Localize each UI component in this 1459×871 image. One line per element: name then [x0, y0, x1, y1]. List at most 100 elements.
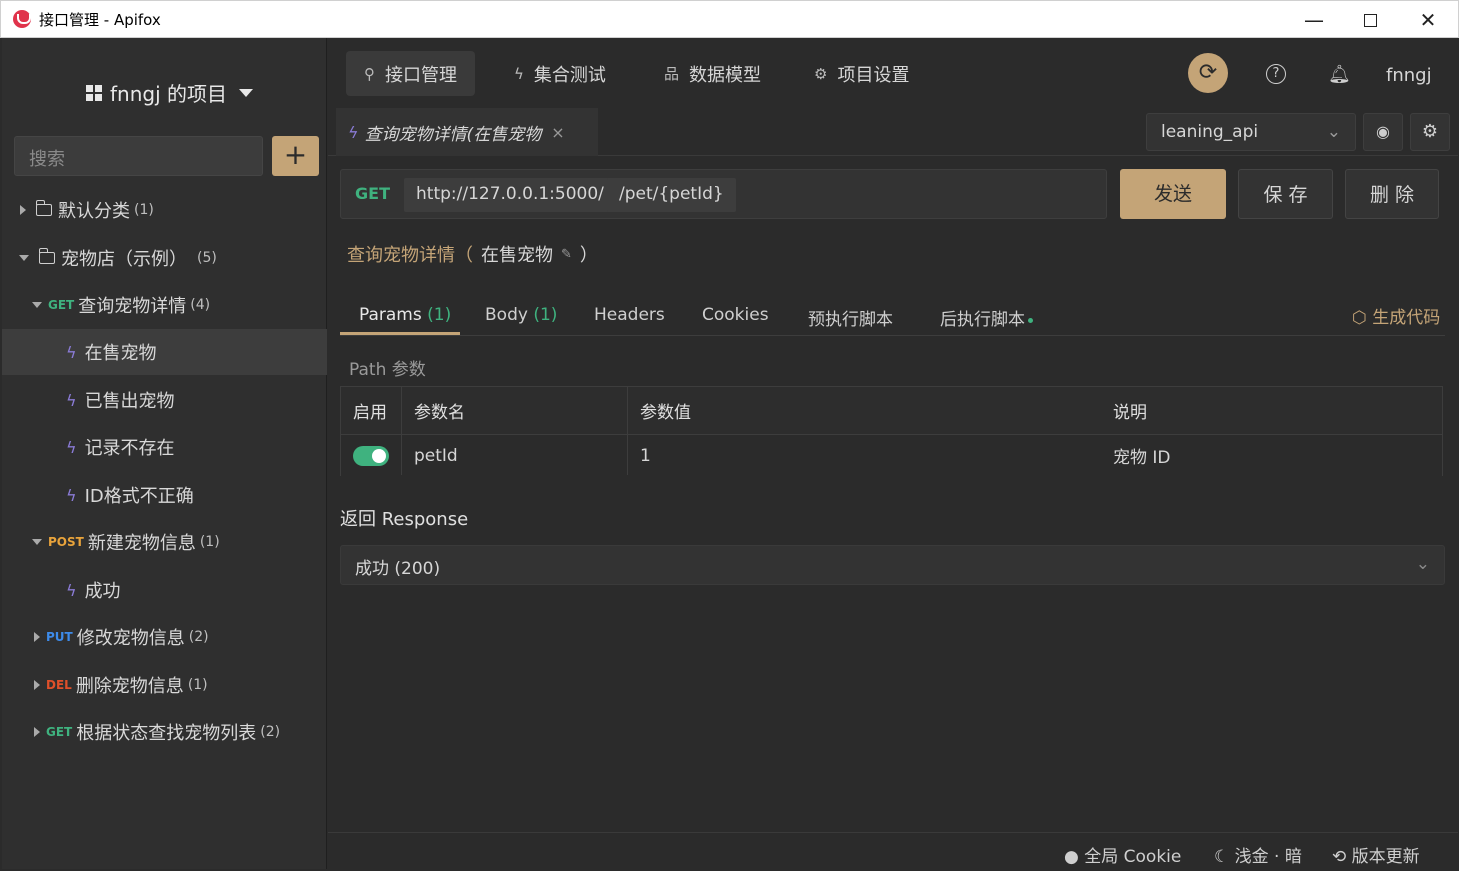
- tab-pre-script[interactable]: 预执行脚本: [808, 305, 893, 330]
- minimize-icon: —: [1304, 8, 1324, 32]
- base-url: http://127.0.0.1:5000/: [404, 178, 616, 212]
- response-select[interactable]: 成功 (200) ⌄: [340, 545, 1445, 585]
- tab-cookies[interactable]: Cookies: [702, 305, 769, 325]
- param-value-cell[interactable]: 1: [628, 435, 651, 476]
- tree-item-case-success[interactable]: ϟ 成功: [2, 567, 327, 613]
- tree-item-label: 修改宠物信息: [76, 628, 185, 649]
- method-badge: GET: [46, 725, 73, 739]
- tree-item-label: 在售宠物: [84, 343, 157, 364]
- bolt-icon: ϟ: [66, 342, 77, 362]
- param-description-cell[interactable]: 宠物 ID: [1101, 435, 1171, 476]
- tree-item-label: 记录不存在: [84, 438, 175, 459]
- add-button[interactable]: +: [272, 136, 319, 176]
- table-row: petId 1 宠物 ID: [341, 435, 1442, 476]
- doc-tab-active[interactable]: ϟ 查询宠物详情(在售宠物 ×: [336, 108, 598, 156]
- folder-icon: [35, 200, 52, 216]
- status-bar: ● 全局 Cookie ☾ 浅金 · 暗 ⟲ 版本更新: [328, 832, 1458, 870]
- cookie-icon: ●: [1064, 847, 1079, 867]
- close-tab-icon[interactable]: ×: [551, 123, 564, 142]
- url-path-input[interactable]: /pet/{petId}: [607, 178, 736, 212]
- tree-item-api-del-pet[interactable]: DEL 删除宠物信息 (1): [2, 662, 327, 708]
- user-name[interactable]: fnngj: [1386, 65, 1432, 86]
- expand-arrow-icon[interactable]: [20, 205, 26, 215]
- bolt-icon: ϟ: [348, 122, 359, 142]
- update-icon: ⟲: [1332, 847, 1347, 867]
- edit-icon[interactable]: ✎: [561, 247, 572, 262]
- tree-item-api-post-pet[interactable]: POST 新建宠物信息 (1): [2, 519, 327, 565]
- expand-arrow-icon[interactable]: [34, 727, 40, 737]
- nav-tab-api-management[interactable]: ⚲ 接口管理: [346, 51, 475, 96]
- collapse-arrow-icon[interactable]: [19, 255, 29, 261]
- tree-item-api-put-pet[interactable]: PUT 修改宠物信息 (2): [2, 614, 327, 660]
- send-button[interactable]: 发送: [1120, 169, 1226, 219]
- sync-button[interactable]: ⟳: [1188, 53, 1228, 93]
- tab-body[interactable]: Body (1): [485, 305, 557, 325]
- document-tab-strip: ϟ 查询宠物详情(在售宠物 × leaning_api ⌄ ◉ ⚙: [328, 108, 1458, 156]
- method-badge: GET: [48, 298, 75, 312]
- tree-item-case-not-found[interactable]: ϟ 记录不存在: [2, 424, 327, 470]
- tree-item-api-get-pet[interactable]: GET 查询宠物详情 (4): [2, 282, 327, 328]
- environment-value: leaning_api: [1161, 122, 1259, 142]
- tab-headers[interactable]: Headers: [594, 305, 665, 325]
- top-nav: ⚲ 接口管理 ϟ 集合测试 品 数据模型 ⚙ 项目设置 ⟳ ? 🔔︎ fnngj: [328, 38, 1458, 108]
- tree-item-default-category[interactable]: 默认分类 (1): [2, 187, 327, 233]
- maximize-button[interactable]: [1341, 1, 1399, 39]
- search-input[interactable]: 搜索: [14, 136, 263, 176]
- tree-item-api-find-by-status[interactable]: GET 根据状态查找宠物列表 (2): [2, 709, 327, 755]
- tree-item-case-bad-id[interactable]: ϟ ID格式不正确: [2, 472, 327, 518]
- generate-code-button[interactable]: ⬡ 生成代码: [1352, 303, 1440, 328]
- bell-icon[interactable]: 🔔︎: [1328, 64, 1351, 85]
- close-window-button[interactable]: ✕: [1399, 1, 1457, 39]
- collapse-arrow-icon[interactable]: [32, 539, 42, 545]
- environment-settings-button[interactable]: ⚙: [1410, 113, 1450, 151]
- nav-tab-data-model[interactable]: 品 数据模型: [646, 51, 779, 96]
- column-divider: [401, 387, 402, 475]
- bolt-icon: ϟ: [66, 485, 77, 505]
- tree-item-case-sold[interactable]: ϟ 已售出宠物: [2, 377, 327, 423]
- generate-code-label: 生成代码: [1372, 308, 1441, 328]
- caret-down-icon: [239, 88, 254, 97]
- save-button[interactable]: 保 存: [1238, 169, 1333, 219]
- tab-params[interactable]: Params (1): [359, 305, 451, 325]
- model-icon: 品: [664, 65, 680, 83]
- tree-item-count: (2): [188, 629, 209, 645]
- path-params-table: 启用 参数名 参数值 说明 petId 1 宠物 ID: [340, 386, 1443, 476]
- expand-arrow-icon[interactable]: [34, 680, 40, 690]
- http-method-select[interactable]: GET: [355, 184, 390, 203]
- version-update-button[interactable]: ⟲ 版本更新: [1332, 842, 1420, 867]
- theme-button[interactable]: ☾ 浅金 · 暗: [1214, 842, 1302, 867]
- tree-item-case-on-sale[interactable]: ϟ 在售宠物: [2, 329, 327, 375]
- response-selected-value: 成功 (200): [355, 559, 441, 579]
- nav-tab-project-settings[interactable]: ⚙ 项目设置: [796, 51, 927, 96]
- url-bar: GET http://127.0.0.1:5000/ /pet/{petId}: [340, 169, 1107, 219]
- status-dot: [1028, 317, 1033, 323]
- tab-post-script[interactable]: 后执行脚本: [940, 305, 1033, 330]
- request-title: 查询宠物详情（ 在售宠物 ✎ ）: [347, 241, 598, 267]
- delete-button[interactable]: 删 除: [1345, 169, 1439, 219]
- minimize-button[interactable]: —: [1285, 1, 1343, 39]
- project-switcher[interactable]: fnngj 的项目: [86, 78, 254, 107]
- tree-item-label: 根据状态查找宠物列表: [76, 723, 257, 744]
- column-divider: [627, 387, 628, 475]
- enable-toggle[interactable]: [353, 445, 389, 466]
- bolt-icon: ϟ: [514, 64, 524, 83]
- chevron-down-icon: ⌄: [1326, 122, 1341, 142]
- expand-arrow-icon[interactable]: [34, 632, 40, 642]
- version-update-label: 版本更新: [1351, 847, 1420, 867]
- method-badge: POST: [48, 535, 84, 549]
- environment-select[interactable]: leaning_api ⌄: [1146, 113, 1356, 151]
- tree-item-label: 已售出宠物: [84, 391, 175, 412]
- case-name[interactable]: 在售宠物: [481, 241, 553, 267]
- param-name-cell[interactable]: petId: [402, 435, 458, 476]
- nav-tab-collection-test[interactable]: ϟ 集合测试: [496, 51, 624, 96]
- grid-icon: [86, 84, 102, 101]
- tab-label: Body: [485, 305, 528, 325]
- tree-item-pet-store[interactable]: 宠物店（示例） (5): [2, 235, 327, 281]
- apifox-logo-icon: [13, 10, 31, 28]
- chevron-down-icon: ⌄: [1415, 554, 1430, 574]
- help-icon[interactable]: ?: [1266, 64, 1286, 84]
- path-params-label: Path 参数: [349, 360, 426, 380]
- view-environment-button[interactable]: ◉: [1363, 113, 1403, 151]
- collapse-arrow-icon[interactable]: [32, 302, 42, 308]
- global-cookie-button[interactable]: ● 全局 Cookie: [1064, 842, 1181, 867]
